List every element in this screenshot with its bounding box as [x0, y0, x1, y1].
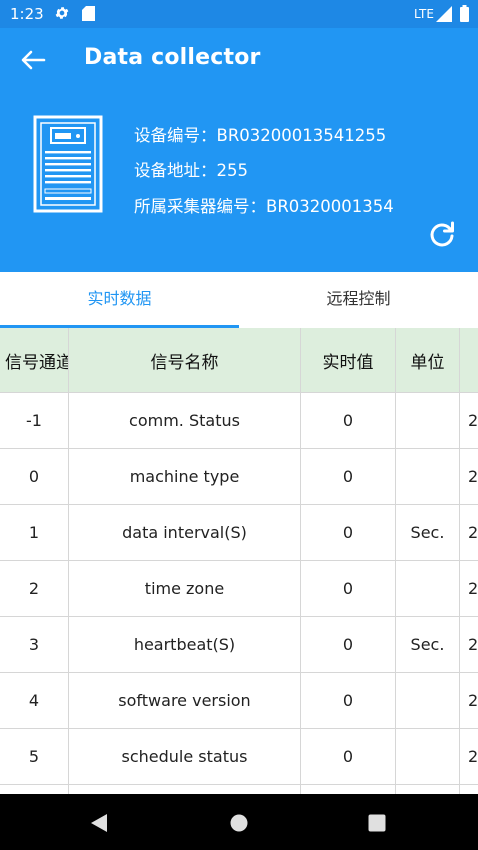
cell-extra: 2 — [468, 747, 478, 766]
device-icon — [33, 115, 103, 213]
cell-signal-name: software version — [69, 673, 301, 728]
cell-channel: 3 — [0, 617, 69, 672]
signal-icon — [436, 6, 452, 22]
table-row[interactable]: 3 heartbeat(S) 0 Sec. 2 — [0, 617, 478, 673]
header-unit: 单位 — [396, 328, 460, 392]
cell-extra: 2 — [468, 635, 478, 654]
cell-unit: Sec. — [396, 617, 460, 672]
cell-signal-name: machine type — [69, 449, 301, 504]
table-row[interactable]: 0 machine type 0 2 — [0, 449, 478, 505]
back-arrow-icon[interactable] — [18, 48, 48, 72]
cell-value: 0 — [301, 617, 396, 672]
collector-number: 所属采集器编号：BR0320001354 — [134, 197, 394, 216]
settings-icon — [55, 7, 69, 19]
table-header-row: 信号通道 信号名称 实时值 单位 — [0, 328, 478, 393]
table-row[interactable]: 4 software version 0 2 — [0, 673, 478, 729]
cell-signal-name: schedule status — [69, 729, 301, 784]
status-time: 1:23 — [10, 5, 44, 23]
nav-recents-icon[interactable] — [366, 812, 388, 834]
header-extra — [460, 328, 478, 392]
cell-value — [301, 785, 396, 794]
cell-extra: 2 — [468, 691, 478, 710]
cell-extra: 2 — [468, 579, 478, 598]
table-row[interactable]: 1 data interval(S) 0 Sec. 2 — [0, 505, 478, 561]
tab-remote-control[interactable]: 远程控制 — [239, 272, 478, 328]
cell-channel: 4 — [0, 673, 69, 728]
table-row[interactable]: -1 comm. Status 0 2 — [0, 393, 478, 449]
cell-extra: 2 — [468, 467, 478, 486]
cell-unit — [396, 673, 460, 728]
cell-extra: 2 — [468, 523, 478, 542]
cell-signal-name — [69, 785, 301, 794]
header-signal-name: 信号名称 — [69, 328, 301, 392]
table-row[interactable] — [0, 785, 478, 794]
cell-unit — [396, 449, 460, 504]
cell-extra — [460, 785, 478, 794]
cell-channel: 2 — [0, 561, 69, 616]
device-address: 设备地址：255 — [134, 161, 248, 180]
cell-value: 0 — [301, 561, 396, 616]
cell-signal-name: heartbeat(S) — [69, 617, 301, 672]
cell-unit — [396, 393, 460, 448]
sd-card-icon — [82, 6, 95, 21]
table-row[interactable]: 2 time zone 0 2 — [0, 561, 478, 617]
cell-signal-name: time zone — [69, 561, 301, 616]
cell-channel: 5 — [0, 729, 69, 784]
network-type: LTE — [414, 7, 434, 21]
cell-unit — [396, 785, 460, 794]
cell-value: 0 — [301, 729, 396, 784]
nav-home-icon[interactable] — [228, 812, 250, 834]
cell-channel — [0, 785, 69, 794]
header-channel: 信号通道 — [0, 328, 69, 392]
cell-unit — [396, 729, 460, 784]
cell-unit: Sec. — [396, 505, 460, 560]
refresh-icon[interactable] — [428, 220, 456, 248]
cell-extra: 2 — [468, 411, 478, 430]
system-nav-bar — [0, 794, 478, 850]
tab-realtime-data[interactable]: 实时数据 — [0, 272, 239, 328]
cell-value: 0 — [301, 393, 396, 448]
cell-signal-name: comm. Status — [69, 393, 301, 448]
page-title: Data collector — [84, 45, 261, 70]
data-table[interactable]: 信号通道 信号名称 实时值 单位 -1 comm. Status 0 2 0 m… — [0, 328, 478, 794]
cell-channel: 0 — [0, 449, 69, 504]
cell-channel: -1 — [0, 393, 69, 448]
tab-bar: 实时数据 远程控制 — [0, 272, 478, 328]
device-number: 设备编号：BR03200013541255 — [134, 126, 387, 145]
cell-value: 0 — [301, 673, 396, 728]
cell-unit — [396, 561, 460, 616]
cell-channel: 1 — [0, 505, 69, 560]
status-bar: 1:23 LTE — [0, 0, 478, 28]
cell-value: 0 — [301, 505, 396, 560]
header-realtime-value: 实时值 — [301, 328, 396, 392]
table-row[interactable]: 5 schedule status 0 2 — [0, 729, 478, 785]
nav-back-icon[interactable] — [88, 812, 110, 834]
battery-icon — [460, 5, 469, 22]
cell-value: 0 — [301, 449, 396, 504]
cell-signal-name: data interval(S) — [69, 505, 301, 560]
app-header: Data collector 设备编号：BR03200013541255 设备地… — [0, 28, 478, 272]
